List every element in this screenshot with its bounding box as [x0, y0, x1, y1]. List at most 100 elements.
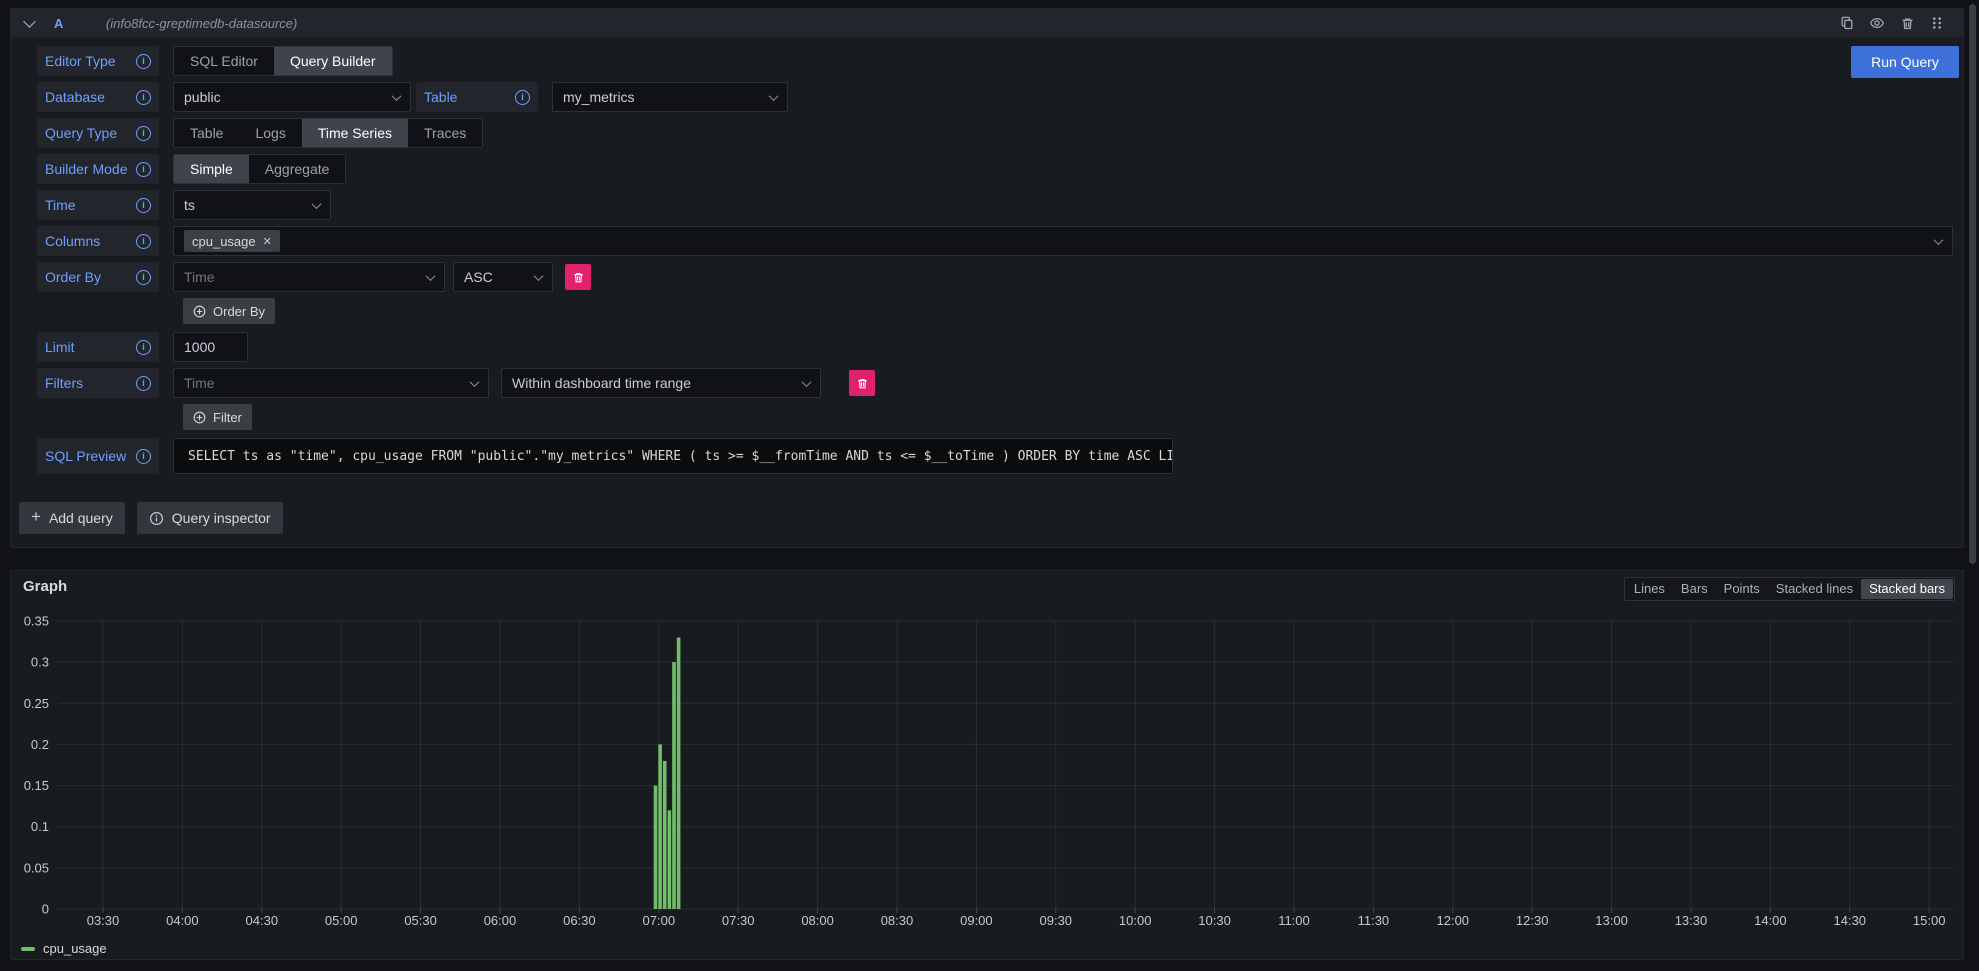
chevron-down-icon [534, 271, 544, 281]
legend-series-cpu-usage[interactable]: cpu_usage [43, 941, 107, 956]
plus-icon: + [31, 507, 41, 527]
sql-preview-label: SQL Preview i [37, 438, 159, 474]
remove-filter-button[interactable] [849, 370, 875, 396]
columns-row: Columns i cpu_usage ✕ [37, 226, 1953, 256]
info-icon[interactable]: i [136, 126, 151, 141]
column-chip-cpu-usage: cpu_usage ✕ [184, 230, 280, 252]
database-row: Database i public Table i my_metrics [37, 82, 1953, 112]
query-ref-id[interactable]: A [54, 16, 64, 31]
drag-handle-icon[interactable] [1929, 15, 1945, 31]
query-type-table[interactable]: Table [174, 119, 239, 147]
style-stacked-bars[interactable]: Stacked bars [1861, 579, 1953, 599]
page-scrollbar[interactable] [1969, 4, 1976, 564]
svg-text:0.3: 0.3 [31, 655, 49, 670]
info-icon[interactable]: i [136, 54, 151, 69]
graph-legend: cpu_usage [21, 941, 107, 956]
editor-type-row: Editor Type i SQL Editor Query Builder [37, 46, 1953, 76]
builder-mode-aggregate[interactable]: Aggregate [249, 155, 346, 183]
svg-text:08:30: 08:30 [881, 913, 914, 928]
svg-text:13:30: 13:30 [1675, 913, 1708, 928]
add-order-by-button[interactable]: Order By [183, 298, 275, 324]
builder-mode-label: Builder Mode i [37, 154, 159, 184]
info-icon[interactable]: i [136, 449, 151, 464]
svg-text:08:00: 08:00 [801, 913, 834, 928]
query-inspector-button[interactable]: Query inspector [137, 502, 283, 534]
table-select[interactable]: my_metrics [552, 82, 788, 112]
chevron-down-icon [312, 199, 322, 209]
columns-multiselect[interactable]: cpu_usage ✕ [173, 226, 1953, 256]
editor-type-sql-editor[interactable]: SQL Editor [174, 47, 274, 75]
chevron-down-icon [1934, 235, 1944, 245]
chart-plot[interactable]: 00.050.10.150.20.250.30.3503:3004:0004:3… [11, 607, 1965, 939]
legend-swatch [21, 947, 35, 951]
delete-query-trash-icon[interactable] [1899, 15, 1915, 31]
style-points[interactable]: Points [1716, 579, 1768, 599]
time-column-select[interactable]: ts [173, 190, 331, 220]
columns-label: Columns i [37, 226, 159, 256]
info-icon[interactable]: i [136, 234, 151, 249]
svg-text:0.2: 0.2 [31, 737, 49, 752]
filter-column-select[interactable]: Time [173, 368, 489, 398]
style-bars[interactable]: Bars [1673, 579, 1716, 599]
svg-text:07:00: 07:00 [643, 913, 676, 928]
remove-icon[interactable]: ✕ [263, 235, 272, 248]
remove-order-by-button[interactable] [565, 264, 591, 290]
builder-mode-simple[interactable]: Simple [174, 155, 249, 183]
chevron-down-icon [426, 271, 436, 281]
duplicate-query-icon[interactable] [1839, 15, 1855, 31]
add-query-button[interactable]: + Add query [19, 502, 125, 534]
svg-text:0.05: 0.05 [24, 860, 49, 875]
builder-mode-row: Builder Mode i Simple Aggregate [37, 154, 1953, 184]
order-by-column-select[interactable]: Time [173, 262, 445, 292]
style-stacked-lines[interactable]: Stacked lines [1768, 579, 1861, 599]
filters-label: Filters i [37, 368, 159, 398]
svg-text:04:30: 04:30 [246, 913, 279, 928]
time-label: Time i [37, 190, 159, 220]
svg-text:11:30: 11:30 [1358, 913, 1390, 928]
chevron-down-icon [769, 91, 779, 101]
editor-type-query-builder[interactable]: Query Builder [274, 47, 392, 75]
datasource-name: (info8fcc-greptimedb-datasource) [106, 16, 297, 31]
order-by-direction-select[interactable]: ASC [453, 262, 553, 292]
query-type-traces[interactable]: Traces [408, 119, 482, 147]
graph-style-toggle: Lines Bars Points Stacked lines Stacked … [1624, 577, 1955, 601]
info-icon[interactable]: i [136, 198, 151, 213]
query-type-time-series[interactable]: Time Series [302, 119, 408, 147]
query-type-switch: Table Logs Time Series Traces [173, 118, 483, 148]
svg-text:12:00: 12:00 [1437, 913, 1470, 928]
info-icon[interactable]: i [136, 340, 151, 355]
filter-condition-select[interactable]: Within dashboard time range [501, 368, 821, 398]
sql-preview-row: SQL Preview i SELECT ts as "time", cpu_u… [37, 438, 1953, 474]
query-type-logs[interactable]: Logs [239, 119, 301, 147]
time-row: Time i ts [37, 190, 1953, 220]
svg-text:03:30: 03:30 [87, 913, 120, 928]
run-query-button[interactable]: Run Query [1851, 46, 1959, 78]
chevron-down-icon [392, 91, 402, 101]
order-by-add-row: Order By [183, 298, 1953, 324]
svg-text:10:30: 10:30 [1198, 913, 1231, 928]
graph-panel-title: Graph [23, 578, 67, 595]
limit-input[interactable]: 1000 [173, 332, 248, 362]
info-icon[interactable]: i [136, 270, 151, 285]
query-row-header: A (info8fcc-greptimedb-datasource) [11, 9, 1963, 37]
database-select[interactable]: public [173, 82, 411, 112]
style-lines[interactable]: Lines [1626, 579, 1673, 599]
svg-text:09:00: 09:00 [960, 913, 993, 928]
info-icon[interactable]: i [515, 90, 530, 105]
grafana-query-editor-page: A (info8fcc-greptimedb-datasource) [0, 0, 1979, 971]
hide-query-eye-icon[interactable] [1869, 15, 1885, 31]
svg-text:0: 0 [42, 902, 49, 917]
svg-text:10:00: 10:00 [1119, 913, 1152, 928]
svg-text:09:30: 09:30 [1040, 913, 1073, 928]
order-by-label: Order By i [37, 262, 159, 292]
collapse-chevron-icon[interactable] [23, 15, 36, 28]
order-by-row: Order By i Time ASC [37, 262, 1953, 292]
svg-text:13:00: 13:00 [1595, 913, 1628, 928]
chevron-down-icon [802, 377, 812, 387]
info-icon[interactable]: i [136, 376, 151, 391]
info-icon[interactable]: i [136, 90, 151, 105]
graph-panel: Graph Lines Bars Points Stacked lines St… [10, 570, 1964, 960]
add-filter-button[interactable]: Filter [183, 404, 252, 430]
info-icon[interactable]: i [136, 162, 151, 177]
plus-circle-icon [193, 305, 206, 318]
